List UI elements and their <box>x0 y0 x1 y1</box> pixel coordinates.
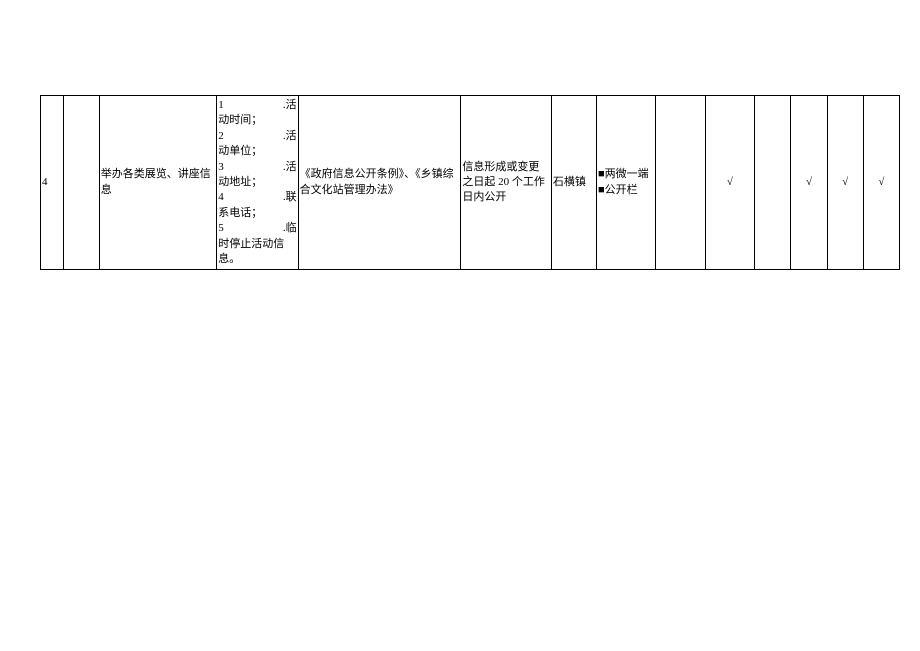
cell-channel: ■两微一端 ■公开栏 <box>597 96 656 270</box>
cell-c12: √ <box>791 96 827 270</box>
content-4b: 系电话； <box>218 206 296 221</box>
content-1n: 1 <box>218 98 228 113</box>
table-wrapper: 4 举办各类展览、讲座信息 1.活 动时间； 2.活 动单位； 3.活 动地址；… <box>40 95 900 270</box>
cell-item: 举办各类展览、讲座信息 <box>99 96 217 270</box>
content-4n: 4 <box>218 190 228 205</box>
content-2b: 动单位； <box>218 144 296 159</box>
content-1t: .活 <box>228 98 296 113</box>
cell-c10: √ <box>705 96 755 270</box>
cell-c14: √ <box>863 96 899 270</box>
content-3t: .活 <box>228 160 296 175</box>
content-5n: 5 <box>218 221 228 236</box>
cell-timing: 信息形成或变更之日起 20 个工作日内公开 <box>461 96 551 270</box>
table-row: 4 举办各类展览、讲座信息 1.活 动时间； 2.活 动单位； 3.活 动地址；… <box>41 96 900 270</box>
content-2n: 2 <box>218 129 228 144</box>
content-4t: .联 <box>228 190 296 205</box>
cell-c13: √ <box>827 96 863 270</box>
content-3n: 3 <box>218 160 228 175</box>
content-5t: .临 <box>228 221 296 236</box>
cell-c9 <box>655 96 705 270</box>
channel-1: ■两微一端 <box>598 167 654 182</box>
content-2t: .活 <box>228 129 296 144</box>
cell-c11 <box>755 96 791 270</box>
channel-2: ■公开栏 <box>598 183 654 198</box>
cell-basis: 《政府信息公开条例》、《乡镇综合文化站管理办法》 <box>298 96 461 270</box>
data-table: 4 举办各类展览、讲座信息 1.活 动时间； 2.活 动单位； 3.活 动地址；… <box>40 95 900 270</box>
cell-no: 4 <box>41 96 64 270</box>
content-5b: 时停止活动信息。 <box>218 237 296 268</box>
cell-blank <box>63 96 99 270</box>
content-3b: 动地址； <box>218 175 296 190</box>
cell-subject: 石横镇 <box>551 96 596 270</box>
cell-content: 1.活 动时间； 2.活 动单位； 3.活 动地址； 4.联 系电话； 5.临 … <box>217 96 298 270</box>
content-1b: 动时间； <box>218 113 296 128</box>
